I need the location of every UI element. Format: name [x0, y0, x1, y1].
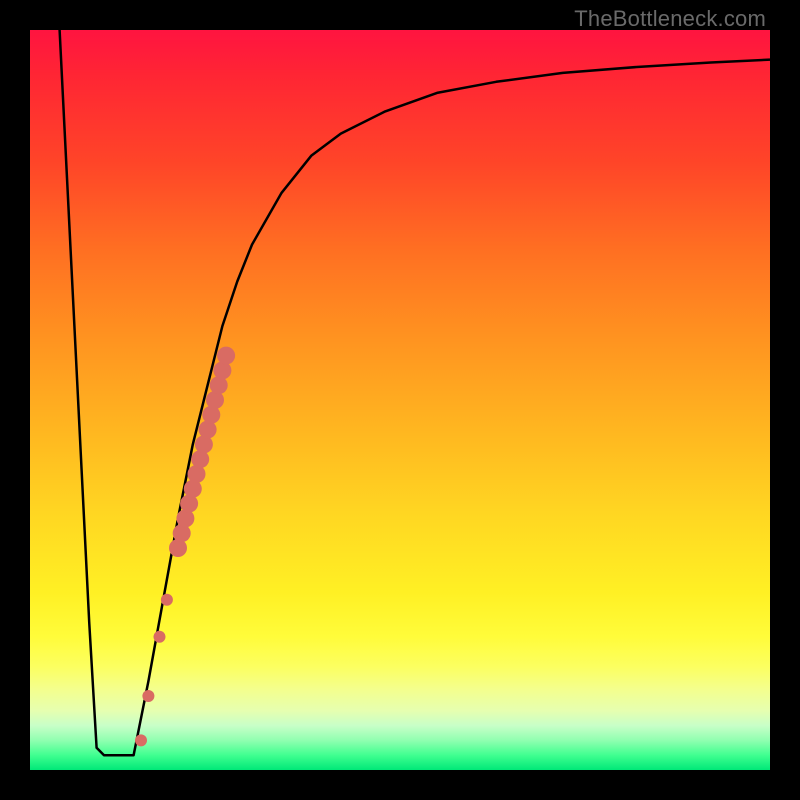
marker-dot: [135, 734, 147, 746]
marker-group: [135, 347, 235, 747]
marker-dot: [142, 690, 154, 702]
plot-area: [30, 30, 770, 770]
marker-dot: [154, 631, 166, 643]
curve-line: [60, 30, 770, 755]
chart-svg: [30, 30, 770, 770]
watermark-text: TheBottleneck.com: [574, 6, 766, 32]
bottleneck-curve: [60, 30, 770, 755]
marker-dot: [161, 594, 173, 606]
marker-dot: [217, 347, 235, 365]
chart-frame: TheBottleneck.com: [0, 0, 800, 800]
